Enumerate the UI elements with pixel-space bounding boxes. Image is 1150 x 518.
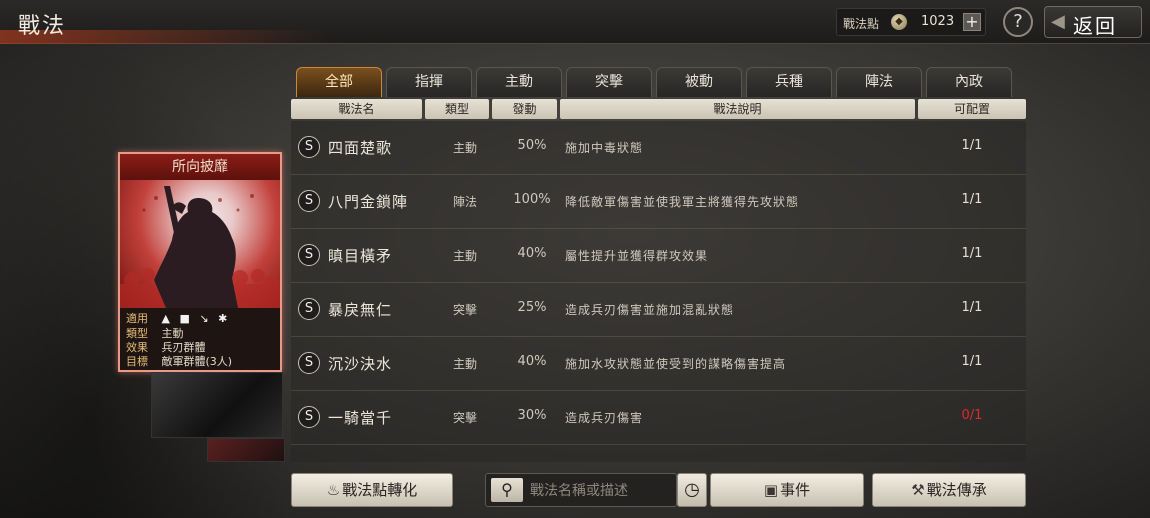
card-title: 所向披靡 [120,154,280,180]
tactic-type: 主動 [452,357,477,371]
clock-icon: ◷ [684,479,700,500]
tab-troop[interactable]: 兵種 [746,67,832,97]
table-row[interactable]: S 四面楚歌 主動 50% 施加中毒狀態 1/1 [291,121,1026,175]
tactic-type: 陣法 [452,195,477,209]
column-header-description: 戰法說明 [560,99,915,119]
table-row[interactable]: S 八門金鎖陣 陣法 100% 降低敵軍傷害並使我軍主將獲得先攻狀態 1/1 [291,175,1026,229]
top-bar: 戰法 戰法點 ◆ 1023 + ? ◀ 返回 [0,0,1150,44]
tactic-type: 突擊 [452,303,477,317]
shield-icon: ■ [179,312,190,325]
card-info-panel: 適用 ▲ ■ ↘ ✱ 類型 主動 效果 兵刃群體 目標 敵軍群體(3人) [120,308,280,370]
tactic-slots: 1/1 [961,192,983,207]
points-coin-icon: ◆ [891,14,907,30]
grade-badge: S [298,298,320,320]
back-arrow-icon: ◀ [1051,11,1065,32]
column-header-slots[interactable]: 可配置 [918,99,1026,119]
table-row[interactable]: S 一騎當千 突擊 30% 造成兵刃傷害 0/1 [291,391,1026,445]
table-header: 戰法名 類型 發動 戰法說明 可配置 [291,99,1026,119]
hammer-icon: ⚒ [911,481,925,499]
column-header-type[interactable]: 類型 [425,99,489,119]
search-bar: ⚲ [485,473,677,507]
tactic-name: 暴戾無仁 [328,301,393,319]
grade-badge: S [298,244,320,266]
tactic-name: 一騎當千 [328,409,393,427]
tactic-list[interactable]: S 四面楚歌 主動 50% 施加中毒狀態 1/1 S 八門金鎖陣 陣法 100%… [291,121,1026,462]
event-button[interactable]: ▣ 事件 [710,473,864,507]
card-artwork [120,180,280,308]
tactic-description: 施加中毒狀態 [565,141,644,155]
table-row[interactable]: S 瞋目橫矛 主動 40% 屬性提升並獲得群攻效果 1/1 [291,229,1026,283]
card-stack-back [207,438,285,462]
back-button[interactable]: ◀ 返回 [1044,6,1142,38]
back-label: 返回 [1073,14,1117,38]
tactic-description: 施加水攻狀態並使受到的謀略傷害提高 [565,357,787,371]
tactic-name: 八門金鎖陣 [328,193,409,211]
tactic-rate: 40% [517,246,547,261]
tactic-rate: 30% [517,408,547,423]
tactic-rate: 100% [513,192,551,207]
tactic-description: 造成兵刃傷害並施加混亂狀態 [565,303,735,317]
grade-badge: S [298,136,320,158]
tactic-slots: 0/1 [961,408,983,423]
search-icon[interactable]: ⚲ [491,478,523,502]
table-row[interactable]: S 沉沙決水 主動 40% 施加水攻狀態並使受到的謀略傷害提高 1/1 [291,337,1026,391]
tactic-type: 主動 [452,141,477,155]
help-button[interactable]: ? [1003,7,1033,37]
tactic-rate: 40% [517,354,547,369]
inherit-button[interactable]: ⚒ 戰法傳承 [872,473,1026,507]
tactic-card[interactable]: 所向披靡 適用 ▲ ■ ↘ ✱ 類型 主動 效果 兵刃群體 目標 敵軍群體(3人… [118,152,282,372]
cavalry-icon: ▲ [161,312,170,325]
search-input[interactable] [530,479,670,503]
card-info-type: 類型 主動 [126,327,184,340]
tab-active[interactable]: 主動 [476,67,562,97]
points-value: 1023 [921,14,955,29]
tactic-name: 瞋目橫矛 [328,247,393,265]
tactic-type: 突擊 [452,411,477,425]
flame-icon: ♨ [326,481,341,499]
tactic-name: 四面楚歌 [328,139,393,157]
grade-badge: S [298,352,320,374]
tactic-description: 屬性提升並獲得群攻效果 [565,249,709,263]
card-stack-back [151,372,283,438]
tactic-description: 降低敵軍傷害並使我軍主將獲得先攻狀態 [565,195,800,209]
spear-icon: ↘ [199,312,209,325]
scroll-icon: ▣ [763,481,779,499]
convert-points-button[interactable]: ♨ 戰法點轉化 [291,473,453,507]
tab-formation[interactable]: 陣法 [836,67,922,97]
tactic-slots: 1/1 [961,246,983,261]
card-info-effect: 效果 兵刃群體 [126,341,206,354]
tab-command[interactable]: 指揮 [386,67,472,97]
tactic-slots: 1/1 [961,354,983,369]
page-title: 戰法 [18,14,67,39]
history-button[interactable]: ◷ [677,473,707,507]
add-points-button[interactable]: + [963,13,981,31]
tactic-slots: 1/1 [961,138,983,153]
tactic-name: 沉沙決水 [328,355,393,373]
grade-badge: S [298,406,320,428]
warrior-silhouette-icon [120,186,280,308]
tab-assault[interactable]: 突擊 [566,67,652,97]
tactic-category-tabs: 全部 指揮 主動 突擊 被動 兵種 陣法 內政 [296,67,1022,97]
tactic-slots: 1/1 [961,300,983,315]
crossbow-icon: ✱ [218,312,228,325]
tactic-description: 造成兵刃傷害 [565,411,644,425]
column-header-rate[interactable]: 發動 [492,99,557,119]
grade-badge: S [298,190,320,212]
tab-internal[interactable]: 內政 [926,67,1012,97]
card-info-target: 目標 敵軍群體(3人) [126,355,233,368]
card-info-applicable: 適用 ▲ ■ ↘ ✱ [126,312,228,325]
tactic-type: 主動 [452,249,477,263]
column-header-name[interactable]: 戰法名 [291,99,422,119]
points-label: 戰法點 [843,17,880,31]
table-row[interactable]: S 暴戾無仁 突擊 25% 造成兵刃傷害並施加混亂狀態 1/1 [291,283,1026,337]
tactic-rate: 50% [517,138,547,153]
tab-all[interactable]: 全部 [296,67,382,97]
tab-passive[interactable]: 被動 [656,67,742,97]
tactic-rate: 25% [517,300,547,315]
points-display: 戰法點 ◆ 1023 + [836,8,986,36]
